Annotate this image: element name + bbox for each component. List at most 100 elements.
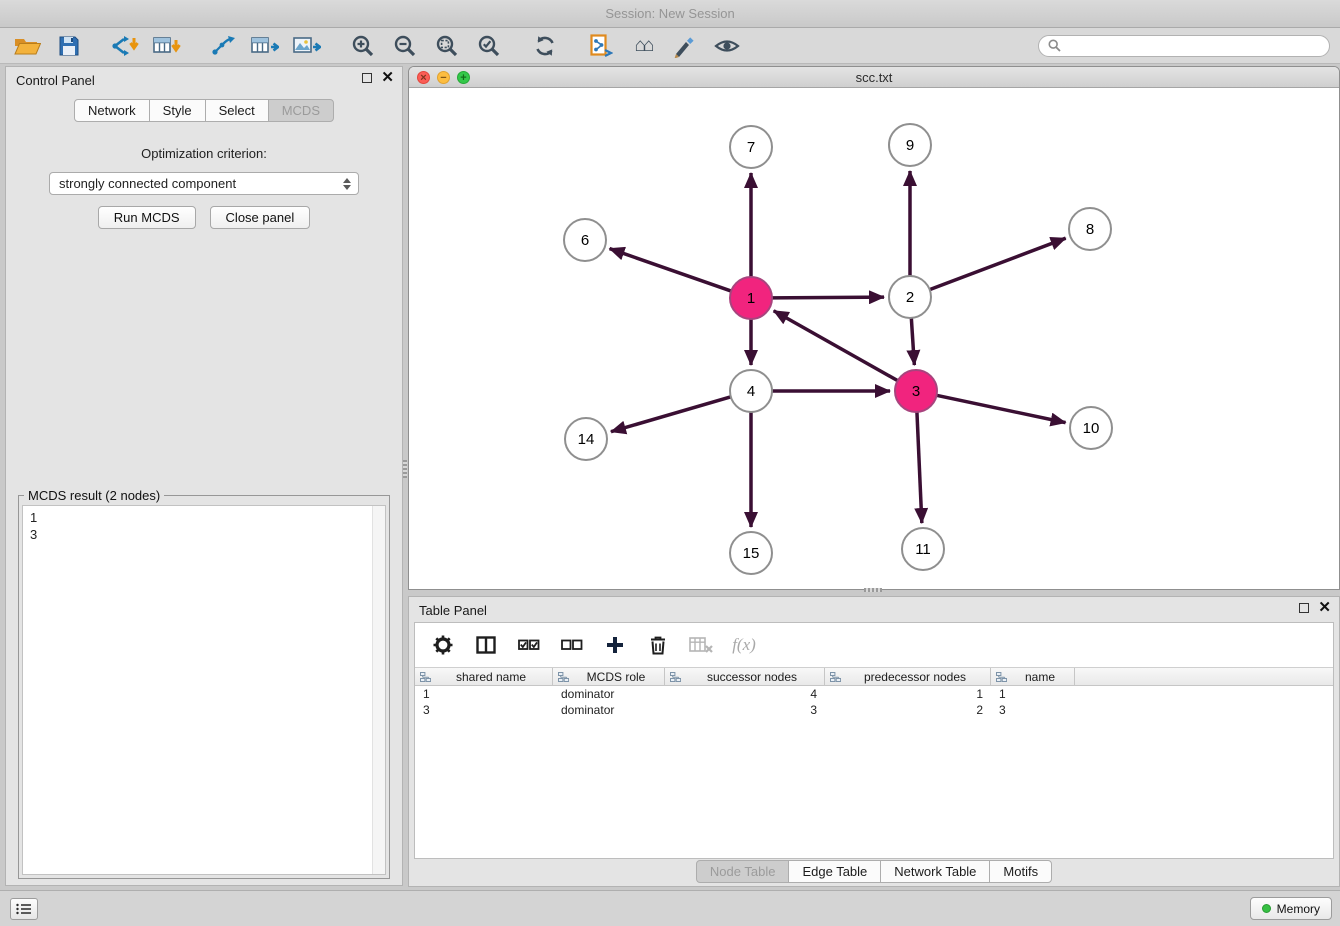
- graph-edge-1-2[interactable]: [772, 297, 884, 298]
- mcds-result-box: MCDS result (2 nodes) 13: [18, 495, 390, 879]
- task-history-button[interactable]: [10, 898, 38, 920]
- zoom-out-button[interactable]: [388, 31, 422, 61]
- column-header-shared-name[interactable]: shared name: [415, 668, 553, 685]
- criterion-select[interactable]: strongly connected component: [49, 172, 359, 195]
- graph-edge-3-1[interactable]: [774, 311, 898, 381]
- result-scrollbar[interactable]: [372, 506, 385, 874]
- graph-edge-2-3[interactable]: [911, 318, 914, 365]
- tab-network[interactable]: Network: [74, 99, 150, 122]
- svg-text:9: 9: [906, 137, 914, 154]
- table-cell: 1: [825, 686, 991, 702]
- control-panel-header: Control Panel ✕: [6, 67, 402, 93]
- show-hide-button[interactable]: [710, 31, 744, 61]
- horizontal-splitter-grip[interactable]: [864, 588, 882, 592]
- add-column-button[interactable]: [603, 633, 627, 657]
- graph-node-15[interactable]: 15: [730, 532, 772, 574]
- search-input[interactable]: [1066, 39, 1320, 53]
- graph-edge-1-6[interactable]: [610, 249, 732, 291]
- close-panel-button[interactable]: Close panel: [210, 206, 311, 229]
- table-panel: Table Panel ✕: [408, 596, 1340, 887]
- column-visibility-button[interactable]: [474, 633, 498, 657]
- run-mcds-button[interactable]: Run MCDS: [98, 206, 196, 229]
- memory-button[interactable]: Memory: [1250, 897, 1332, 920]
- tab-select[interactable]: Select: [205, 99, 269, 122]
- zoom-in-button[interactable]: [346, 31, 380, 61]
- table-tab-network-table[interactable]: Network Table: [880, 860, 990, 883]
- import-network-button[interactable]: [108, 31, 142, 61]
- network-canvas-svg[interactable]: 7 9 6 8 1 2 4 3 14 10 15 11: [409, 89, 1339, 591]
- traffic-lights: × − +: [417, 71, 470, 84]
- memory-status-icon: [1262, 904, 1271, 913]
- eye-icon: [714, 36, 740, 56]
- select-stepper-icon: [343, 178, 353, 190]
- table-row[interactable]: 3dominator323: [415, 702, 1333, 718]
- tab-style[interactable]: Style: [149, 99, 206, 122]
- graph-node-6[interactable]: 6: [564, 219, 606, 261]
- style-brush-button[interactable]: [668, 31, 702, 61]
- graph-edge-3-10[interactable]: [937, 395, 1066, 422]
- home-view-button[interactable]: ⌂⌂: [626, 31, 660, 61]
- table-cell: 3: [415, 702, 553, 718]
- minimize-window-button[interactable]: −: [437, 71, 450, 84]
- mcds-result-lines: 13: [23, 506, 385, 546]
- float-table-panel-icon[interactable]: [1299, 603, 1309, 613]
- graph-node-10[interactable]: 10: [1070, 407, 1112, 449]
- zoom-fit-button[interactable]: [430, 31, 464, 61]
- svg-text:8: 8: [1086, 221, 1094, 238]
- tab-mcds[interactable]: MCDS: [268, 99, 334, 122]
- open-session-button[interactable]: [10, 31, 44, 61]
- delete-table-button[interactable]: [689, 633, 713, 657]
- graph-node-3[interactable]: 3: [895, 370, 937, 412]
- graph-edge-4-14[interactable]: [611, 397, 731, 432]
- export-image-button[interactable]: [290, 31, 324, 61]
- network-window-titlebar[interactable]: × − + scc.txt: [409, 67, 1339, 88]
- zoom-selected-icon: [477, 34, 501, 58]
- graph-node-7[interactable]: 7: [730, 126, 772, 168]
- vertical-splitter-grip[interactable]: [403, 460, 407, 478]
- column-header-successor-nodes[interactable]: successor nodes: [665, 668, 825, 685]
- graph-node-14[interactable]: 14: [565, 418, 607, 460]
- zoom-in-icon: [351, 34, 375, 58]
- close-table-panel-icon[interactable]: ✕: [1318, 603, 1331, 613]
- apply-layout-button[interactable]: [528, 31, 562, 61]
- column-header-name[interactable]: name: [991, 668, 1075, 685]
- table-tab-motifs[interactable]: Motifs: [989, 860, 1052, 883]
- refresh-icon: [533, 34, 557, 58]
- graph-node-8[interactable]: 8: [1069, 208, 1111, 250]
- table-row[interactable]: 1dominator411: [415, 686, 1333, 702]
- table-rows: 1dominator4113dominator323: [415, 686, 1333, 718]
- svg-text:15: 15: [743, 545, 760, 562]
- select-all-button[interactable]: [517, 633, 541, 657]
- svg-text:1: 1: [747, 290, 755, 307]
- close-window-button[interactable]: ×: [417, 71, 430, 84]
- column-header-mcds-role[interactable]: MCDS role: [553, 668, 665, 685]
- table-tab-node-table[interactable]: Node Table: [696, 860, 790, 883]
- save-session-button[interactable]: [52, 31, 86, 61]
- network-canvas[interactable]: 7 9 6 8 1 2 4 3 14 10 15 11: [409, 89, 1339, 589]
- network-from-selection-button[interactable]: [584, 31, 618, 61]
- graph-edge-3-11[interactable]: [917, 412, 922, 523]
- column-header-predecessor-nodes[interactable]: predecessor nodes: [825, 668, 991, 685]
- search-field[interactable]: [1038, 35, 1330, 57]
- graph-node-11[interactable]: 11: [902, 528, 944, 570]
- graph-node-9[interactable]: 9: [889, 124, 931, 166]
- mcds-result-list[interactable]: 13: [22, 505, 386, 875]
- graph-node-1[interactable]: 1: [730, 277, 772, 319]
- graph-node-4[interactable]: 4: [730, 370, 772, 412]
- function-builder-button[interactable]: f(x): [732, 633, 756, 657]
- deselect-all-button[interactable]: [560, 633, 584, 657]
- float-panel-icon[interactable]: [362, 73, 372, 83]
- column-type-icon: [670, 672, 681, 682]
- import-table-button[interactable]: [150, 31, 184, 61]
- graph-edge-2-8[interactable]: [930, 238, 1066, 289]
- table-settings-button[interactable]: [431, 633, 455, 657]
- delete-column-button[interactable]: [646, 633, 670, 657]
- zoom-window-button[interactable]: +: [457, 71, 470, 84]
- zoom-selected-button[interactable]: [472, 31, 506, 61]
- close-panel-icon[interactable]: ✕: [381, 73, 394, 83]
- export-table-button[interactable]: [248, 31, 282, 61]
- column-type-icon: [996, 672, 1007, 682]
- graph-node-2[interactable]: 2: [889, 276, 931, 318]
- export-network-button[interactable]: [206, 31, 240, 61]
- table-tab-edge-table[interactable]: Edge Table: [788, 860, 881, 883]
